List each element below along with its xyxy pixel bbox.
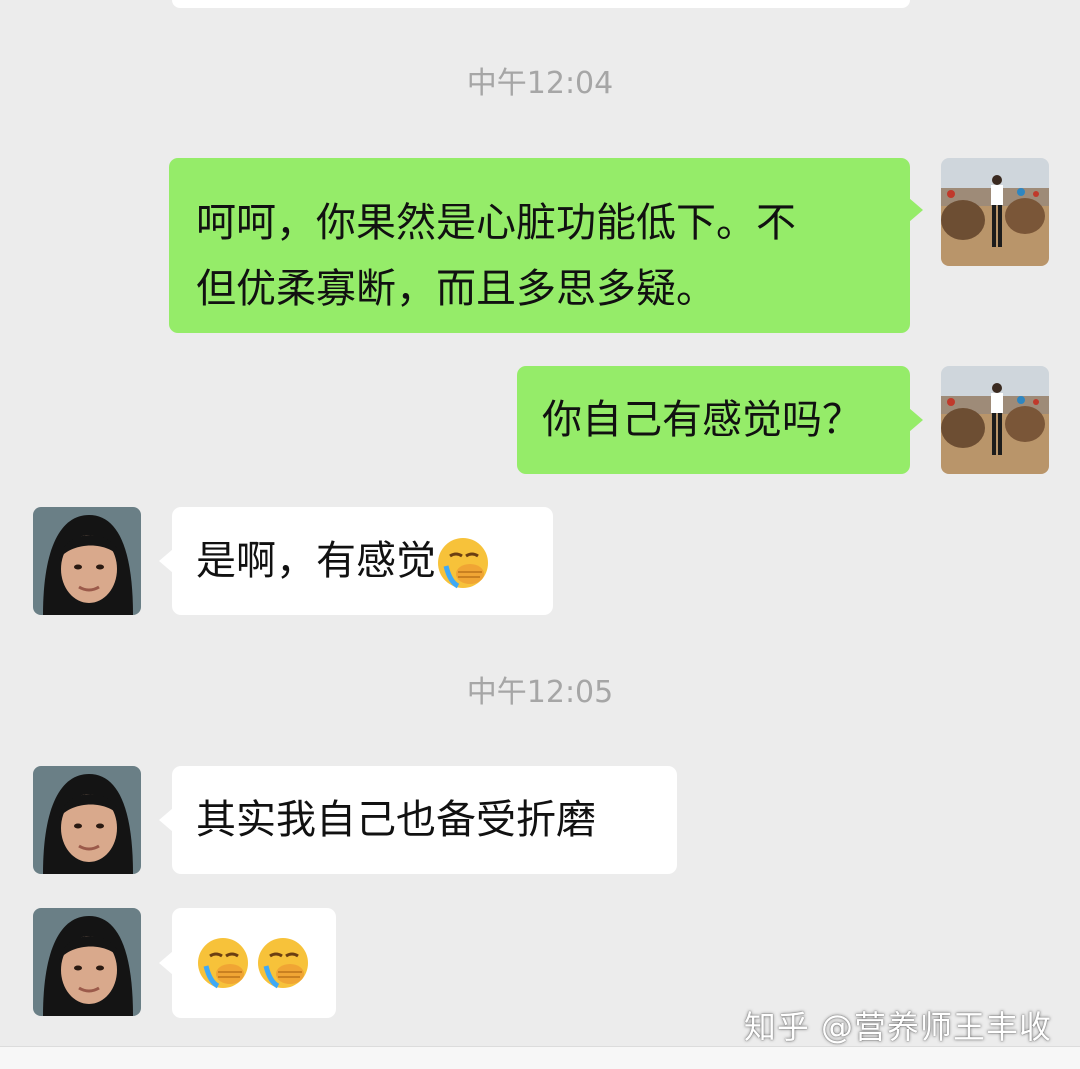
bubble-tail xyxy=(159,951,173,975)
bubble-tail xyxy=(909,408,923,432)
zhihu-watermark: 知乎 @营养师王丰收 xyxy=(743,1008,1052,1046)
bubble-tail xyxy=(159,549,173,573)
woman-portrait-avatar-icon xyxy=(33,766,141,874)
man-in-desert-avatar-icon xyxy=(941,366,1049,474)
message-bubble-self-2[interactable]: 你自己有感觉吗？ xyxy=(517,366,923,474)
chat-input-bar[interactable] xyxy=(0,1046,1080,1069)
woman-portrait-avatar-icon xyxy=(33,507,141,615)
timestamp-2: 中午12:05 xyxy=(466,675,614,710)
other-avatar[interactable] xyxy=(33,908,141,1016)
message-text: 其实我自己也备受折磨 xyxy=(196,797,596,843)
message-text-line-1: 呵呵，你果然是心脏功能低下。不 xyxy=(196,200,796,246)
message-text: 你自己有感觉吗？ xyxy=(542,397,862,443)
bubble-tail xyxy=(909,198,923,222)
message-text-line-2: 但优柔寡断，而且多思多疑。 xyxy=(196,266,716,312)
self-avatar[interactable] xyxy=(941,158,1049,266)
bubble-tail xyxy=(159,808,173,832)
previous-message-bubble[interactable] xyxy=(172,0,910,8)
message-bubble-other-3[interactable] xyxy=(159,908,336,1018)
message-bubble-self-1[interactable]: 呵呵，你果然是心脏功能低下。不 但优柔寡断，而且多思多疑。 xyxy=(169,158,923,333)
other-avatar[interactable] xyxy=(33,507,141,615)
man-in-desert-avatar-icon xyxy=(941,158,1049,266)
face-palm-crying-emoji-icon xyxy=(436,536,490,590)
other-avatar[interactable] xyxy=(33,766,141,874)
woman-portrait-avatar-icon xyxy=(33,908,141,1016)
self-avatar[interactable] xyxy=(941,366,1049,474)
face-palm-crying-emoji-icon xyxy=(256,936,310,990)
message-bubble-other-2[interactable]: 其实我自己也备受折磨 xyxy=(159,766,677,874)
timestamp-1: 中午12:04 xyxy=(466,66,614,101)
message-bubble-other-1[interactable]: 是啊，有感觉 xyxy=(159,507,553,615)
face-palm-crying-emoji-icon xyxy=(196,936,250,990)
message-text: 是啊，有感觉 xyxy=(196,538,436,584)
